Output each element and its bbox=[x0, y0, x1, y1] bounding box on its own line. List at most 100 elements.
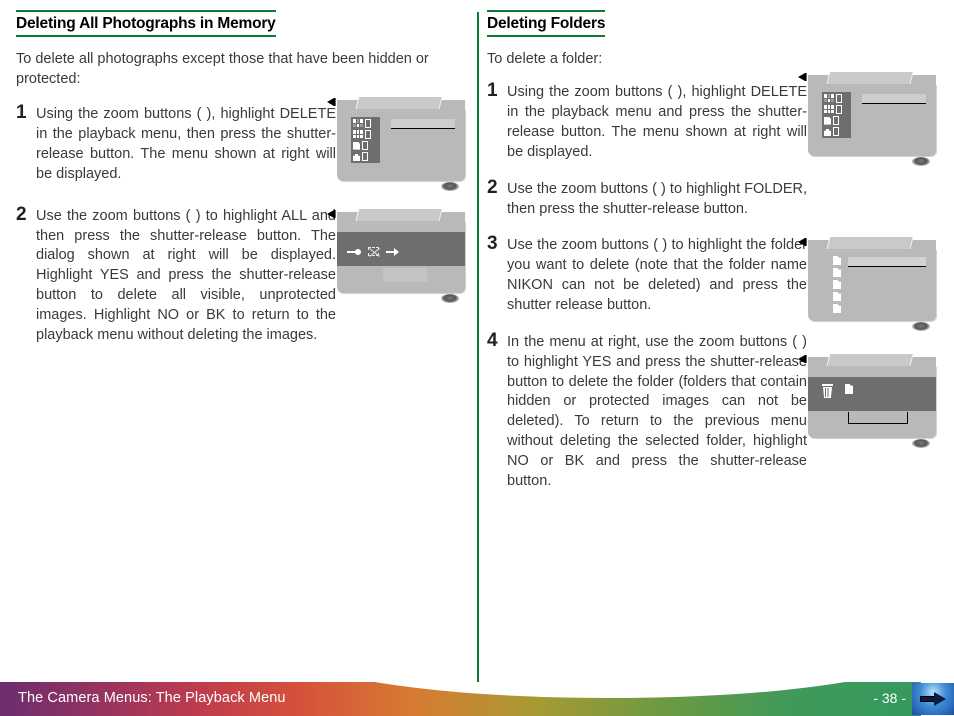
dialog-icon-row bbox=[822, 384, 853, 398]
left-section-intro: To delete all photographs except those t… bbox=[16, 51, 429, 88]
trash-icon bbox=[822, 384, 833, 398]
menu-bar-icon bbox=[362, 152, 368, 162]
column-divider bbox=[477, 12, 479, 685]
step-text: Use the zoom buttons ( ) to highlight th… bbox=[507, 237, 807, 314]
lcd-tab-notch bbox=[826, 72, 914, 84]
right-step-2: 2 Use the zoom buttons ( ) to highlight … bbox=[487, 176, 942, 220]
lcd-footer bbox=[808, 321, 936, 333]
manual-page: Deleting All Photographs in Memory To de… bbox=[0, 0, 954, 716]
lcd-playback-menu-delete-left bbox=[327, 97, 465, 193]
menu-icon-row bbox=[822, 104, 851, 114]
lcd-footer bbox=[337, 181, 465, 193]
menu-bar-icon bbox=[833, 127, 839, 137]
menu-selection-highlight bbox=[391, 119, 455, 129]
page-number: - 38 - bbox=[873, 690, 906, 706]
grid-icon bbox=[353, 130, 363, 139]
folder-icon bbox=[845, 384, 853, 394]
lcd-tab-row bbox=[798, 237, 936, 249]
step-number: 3 bbox=[487, 233, 498, 255]
thumbnail-grid-icon bbox=[353, 119, 363, 127]
footer-title: The Camera Menus: The Playback Menu bbox=[18, 690, 286, 706]
lcd-tab-notch bbox=[355, 97, 443, 109]
left-section-heading: Deleting All Photographs in Memory bbox=[16, 10, 276, 38]
lcd-tab-row bbox=[798, 72, 936, 84]
menu-selection-highlight bbox=[862, 94, 926, 104]
lcd-thumbwheel-icon bbox=[912, 439, 930, 448]
lcd-footer bbox=[808, 438, 936, 450]
lcd-thumbwheel-icon bbox=[441, 294, 459, 303]
dialog-option-box bbox=[383, 268, 427, 282]
menu-bar-icon bbox=[362, 141, 368, 151]
menu-icon-row bbox=[351, 129, 380, 139]
lcd-body bbox=[808, 366, 936, 438]
lcd-delete-folder-confirm-dialog bbox=[798, 354, 936, 450]
lcd-tab-row bbox=[327, 97, 465, 109]
menu-icon-column bbox=[351, 117, 380, 163]
step-number: 1 bbox=[16, 102, 27, 124]
document-icon bbox=[824, 116, 831, 125]
step-text: Use the zoom buttons ( ) to highlight AL… bbox=[36, 207, 336, 343]
lcd-delete-all-confirm-dialog bbox=[327, 209, 465, 305]
menu-icon-row bbox=[351, 141, 380, 151]
menu-icon-column bbox=[822, 92, 851, 138]
lcd-footer bbox=[808, 156, 936, 168]
folder-icon bbox=[833, 292, 841, 301]
menu-icon-row bbox=[351, 118, 380, 128]
menu-bar-icon bbox=[365, 129, 371, 139]
folder-icon bbox=[833, 268, 841, 277]
step-text: Using the zoom buttons ( ), highlight DE… bbox=[36, 106, 336, 182]
menu-icon-row bbox=[822, 93, 851, 103]
step-text: In the menu at right, use the zoom butto… bbox=[507, 333, 807, 489]
arrow-right-icon bbox=[386, 247, 399, 256]
menu-bar-icon bbox=[833, 116, 839, 126]
folder-icon bbox=[833, 280, 841, 289]
next-page-button[interactable] bbox=[912, 683, 954, 715]
folder-selection-highlight bbox=[848, 257, 926, 267]
thumbnail-grid-icon bbox=[824, 94, 834, 102]
menu-bar-icon bbox=[836, 93, 842, 103]
menu-bar-icon bbox=[365, 118, 371, 128]
dialog-icon-row bbox=[347, 247, 399, 256]
lock-icon bbox=[353, 153, 360, 161]
dialog-option-outline bbox=[848, 412, 908, 424]
lcd-body bbox=[808, 249, 936, 321]
step-number: 1 bbox=[487, 80, 498, 102]
step-number: 4 bbox=[487, 329, 498, 351]
lcd-body bbox=[337, 109, 465, 181]
document-icon bbox=[353, 141, 360, 150]
lcd-tab-notch bbox=[826, 354, 914, 366]
trash-can bbox=[823, 387, 832, 398]
step-number: 2 bbox=[487, 176, 498, 198]
arrow-right-icon bbox=[920, 692, 946, 706]
menu-icon-row bbox=[351, 152, 380, 162]
lcd-tab-notch bbox=[355, 209, 443, 221]
folder-icon bbox=[833, 256, 841, 265]
right-section-heading: Deleting Folders bbox=[487, 10, 605, 38]
lcd-thumbwheel-icon bbox=[912, 322, 930, 331]
lcd-thumbwheel-icon bbox=[441, 182, 459, 191]
lcd-tab-row bbox=[798, 354, 936, 366]
lcd-body bbox=[337, 221, 465, 293]
page-footer: The Camera Menus: The Playback Menu - 38… bbox=[0, 682, 954, 716]
lcd-body bbox=[808, 84, 936, 156]
menu-bar-icon bbox=[836, 104, 842, 114]
step-text: Using the zoom buttons ( ), highlight DE… bbox=[507, 84, 807, 160]
lcd-folder-list bbox=[798, 237, 936, 333]
lock-icon bbox=[824, 128, 831, 136]
lcd-playback-menu-delete-right bbox=[798, 72, 936, 168]
grid-icon bbox=[824, 105, 834, 114]
lcd-tab-notch bbox=[826, 237, 914, 249]
menu-icon-row bbox=[822, 127, 851, 137]
folder-icon-list bbox=[833, 256, 841, 313]
trash-lid bbox=[822, 384, 833, 386]
lcd-thumbwheel-icon bbox=[912, 157, 930, 166]
lcd-footer bbox=[337, 293, 465, 305]
step-text: Use the zoom buttons ( ) to highlight FO… bbox=[507, 180, 807, 217]
right-section-intro: To delete a folder: bbox=[487, 51, 603, 68]
step-number: 2 bbox=[16, 203, 27, 225]
menu-icon-row bbox=[822, 116, 851, 126]
key-icon bbox=[347, 248, 361, 255]
folder-icon bbox=[833, 304, 841, 313]
no-image-icon bbox=[368, 247, 379, 256]
lcd-tab-row bbox=[327, 209, 465, 221]
